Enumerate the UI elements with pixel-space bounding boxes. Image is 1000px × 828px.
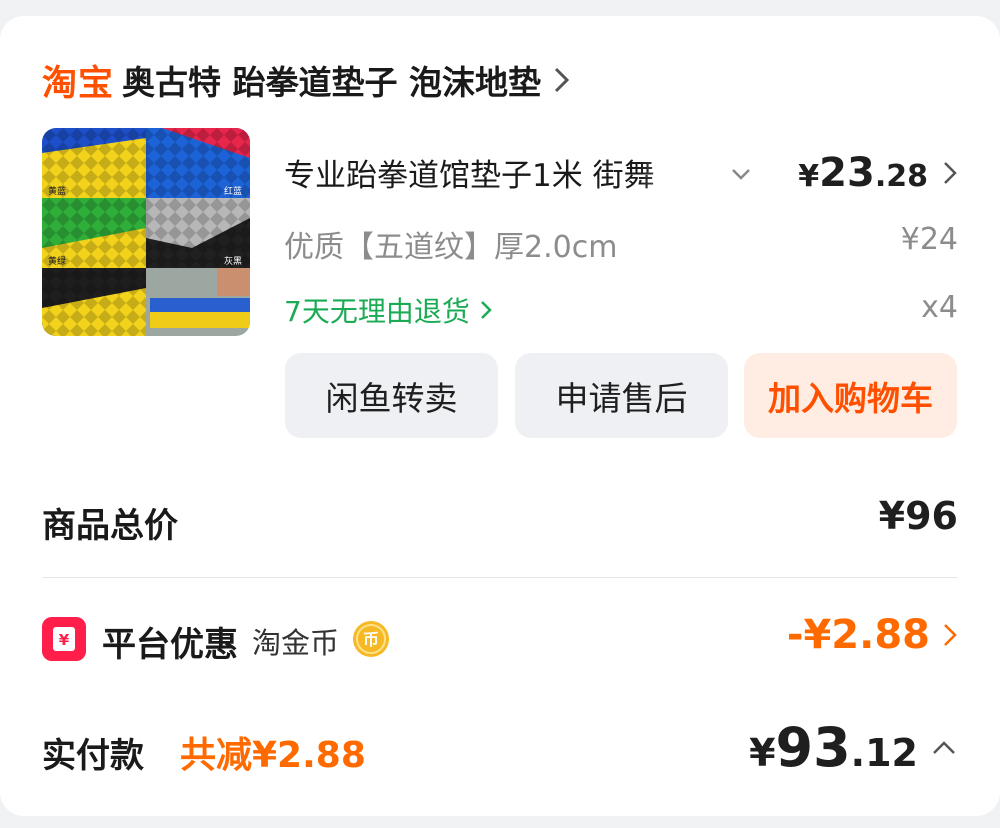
thumb-label: 黄绿 xyxy=(48,255,66,267)
shop-header[interactable]: 淘宝 奥古特 跆拳道垫子 泡沫地垫 xyxy=(42,52,573,108)
chevron-right-icon xyxy=(944,162,957,184)
svg-text:币: 币 xyxy=(363,630,379,649)
original-price: ¥24 xyxy=(900,222,958,257)
price-integer: 23 xyxy=(819,150,875,196)
thumb-label: 黄蓝 xyxy=(48,185,66,197)
total-reduction: 共减¥2.88 xyxy=(180,735,366,776)
product-thumbnail[interactable]: 黄蓝 红蓝 黄绿 灰黑 xyxy=(42,128,250,336)
svg-text:¥: ¥ xyxy=(59,631,70,649)
product-price[interactable]: ¥ 23 .28 xyxy=(798,150,958,196)
xianyu-resell-button[interactable]: 闲鱼转卖 xyxy=(285,353,498,438)
chevron-right-icon xyxy=(944,624,957,646)
actual-payment-value[interactable]: ¥ 93 .12 xyxy=(749,716,958,779)
price-symbol: ¥ xyxy=(798,159,820,194)
goods-total-label: 商品总价 xyxy=(42,506,178,546)
goods-total-value: ¥96 xyxy=(878,494,958,538)
platform-discount-label[interactable]: 平台优惠 xyxy=(102,617,238,666)
quantity: x4 xyxy=(921,290,958,325)
chevron-right-icon xyxy=(554,67,570,93)
add-to-cart-button[interactable]: 加入购物车 xyxy=(744,353,957,438)
platform-discount-value[interactable]: -¥2.88 xyxy=(787,612,958,658)
pay-decimal: .12 xyxy=(850,731,918,775)
thumb-label: 红蓝 xyxy=(224,185,242,197)
after-sale-button[interactable]: 申请售后 xyxy=(515,353,728,438)
coupon-icon: ¥ xyxy=(42,617,86,661)
chevron-right-icon xyxy=(480,301,492,319)
chevron-up-icon xyxy=(933,740,955,754)
pay-symbol: ¥ xyxy=(749,731,776,775)
discount-amount: -¥2.88 xyxy=(786,612,930,658)
product-spec: 优质【五道纹】厚2.0cm xyxy=(284,230,618,265)
return-policy-label: 7天无理由退货 xyxy=(284,295,470,328)
shop-name[interactable]: 奥古特 跆拳道垫子 泡沫地垫 xyxy=(122,56,541,104)
return-policy[interactable]: 7天无理由退货 xyxy=(284,290,492,330)
price-decimal: .28 xyxy=(874,159,928,194)
taobao-logo: 淘宝 xyxy=(42,63,115,104)
pay-integer: 93 xyxy=(775,716,851,779)
coin-icon: 币 xyxy=(353,621,389,657)
actual-payment-label: 实付款 xyxy=(42,736,144,776)
title-fade xyxy=(640,150,720,196)
thumb-label: 灰黑 xyxy=(224,255,242,267)
taojinbi-label: 淘金币 xyxy=(252,626,340,660)
divider xyxy=(42,577,958,578)
chevron-down-icon[interactable] xyxy=(730,165,752,183)
